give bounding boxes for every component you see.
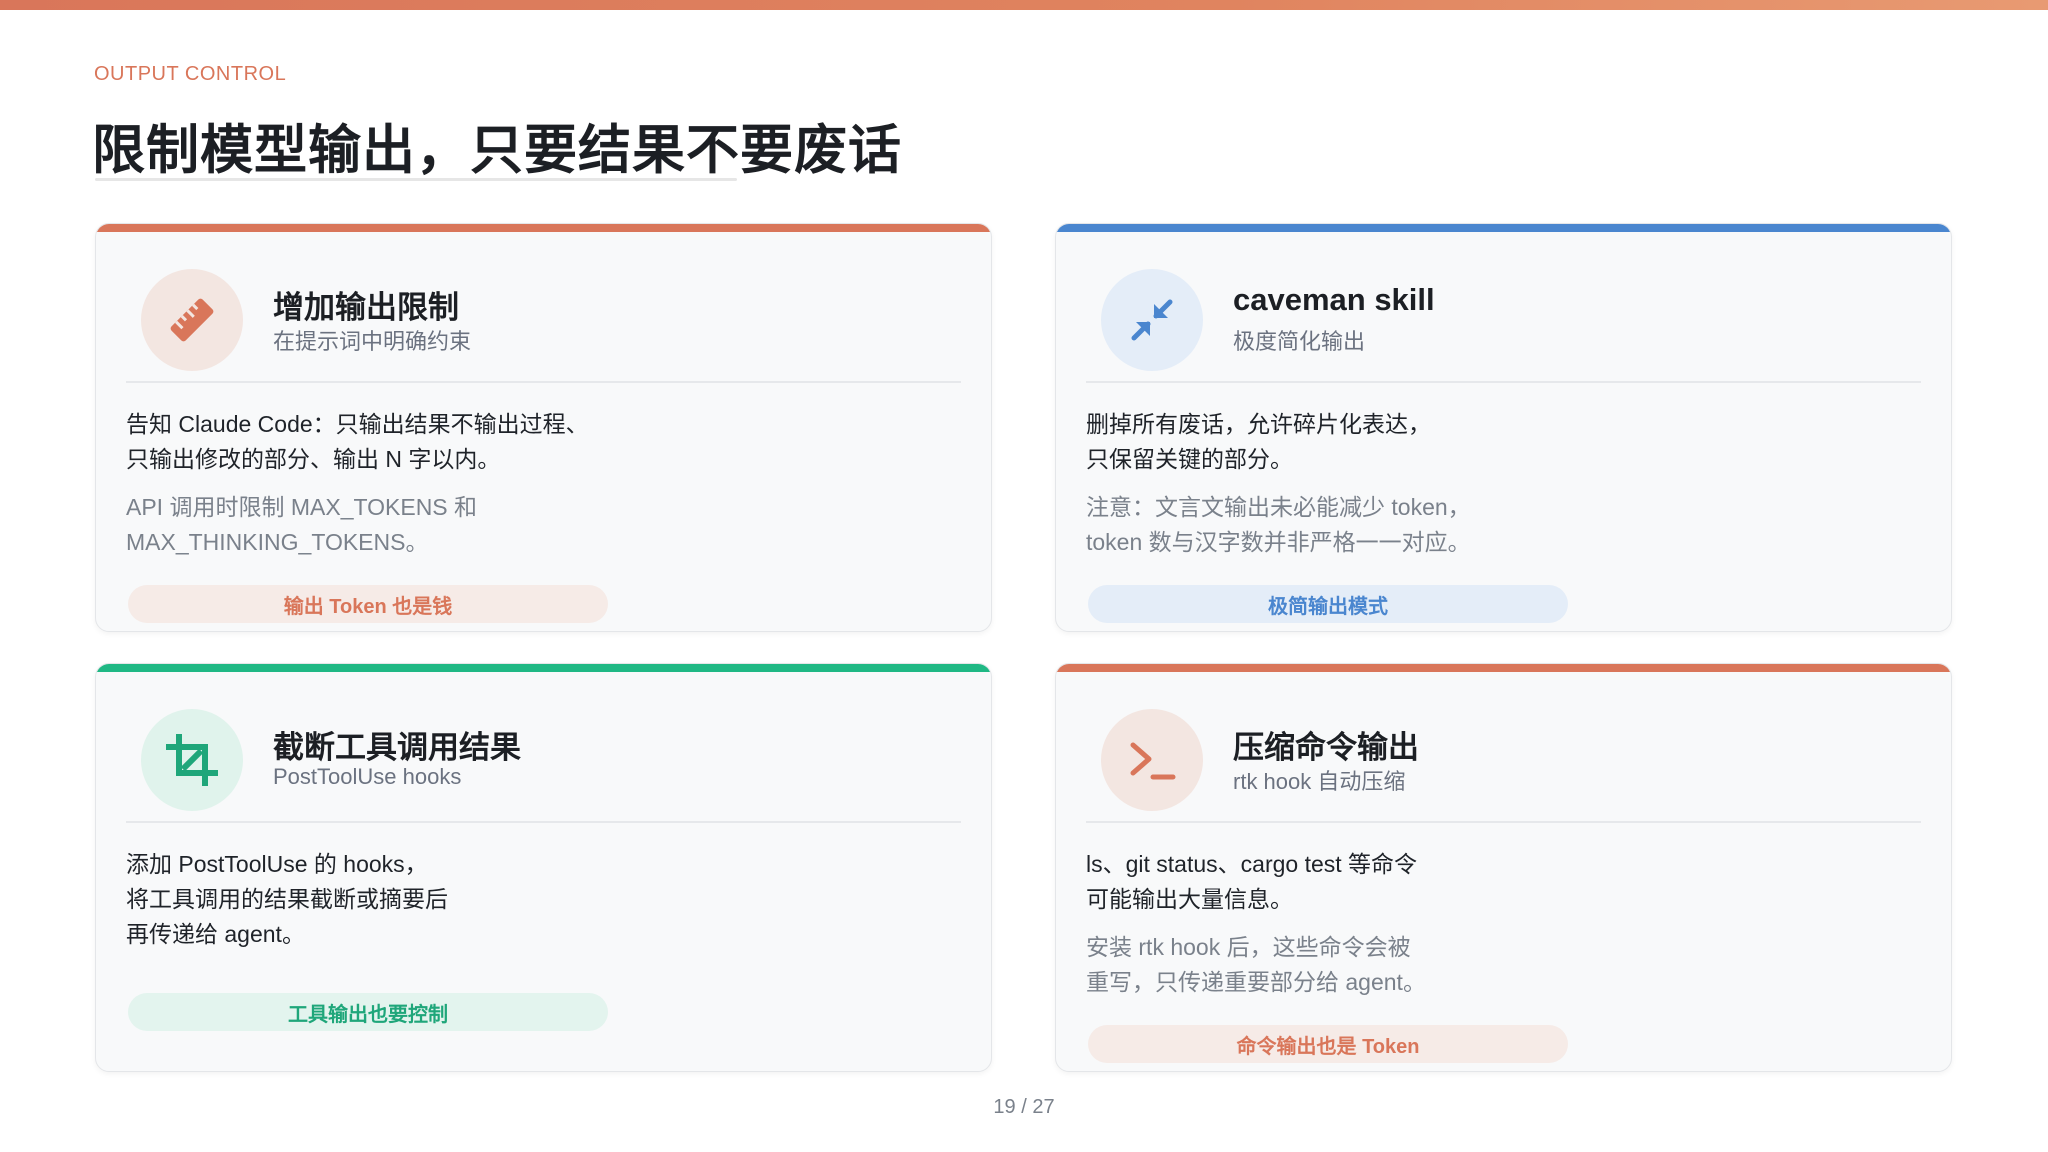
card-subtitle: 极度简化输出 [1233,329,1366,354]
note-line: MAX_THINKING_TOKENS。 [126,529,429,555]
card-title: 截断工具调用结果 [273,730,521,765]
card-title: 增加输出限制 [273,290,459,325]
ruler-icon [141,269,243,371]
card-body: 删掉所有废话，允许碎片化表达， 只保留关键的部分。 [1086,407,1921,477]
card-title: caveman skill [1233,282,1435,317]
terminal-prompt-icon [1101,709,1203,811]
card-accent-bar [96,664,991,672]
card-divider [126,381,961,383]
body-line: 添加 PostToolUse 的 hooks， [126,851,428,877]
card-note: API 调用时限制 MAX_TOKENS 和 MAX_THINKING_TOKE… [126,490,961,560]
card-subtitle: 在提示词中明确约束 [273,329,472,354]
body-line: 删掉所有废话，允许碎片化表达， [1086,411,1431,437]
card-tag-pill: 极简输出模式 [1088,585,1568,623]
page-title: 限制模型输出，只要结果不要废话 [92,121,902,180]
card-accent-bar [96,224,991,232]
card-compress-command-output: 压缩命令输出 rtk hook 自动压缩 ls、git status、cargo… [1055,663,1952,1072]
card-output-limit: 增加输出限制 在提示词中明确约束 告知 Claude Code：只输出结果不输出… [95,223,992,632]
note-line: 重写，只传递重要部分给 agent。 [1086,969,1426,995]
card-divider [1086,381,1921,383]
crop-icon [141,709,243,811]
card-body: 添加 PostToolUse 的 hooks， 将工具调用的结果截断或摘要后 再… [126,847,961,952]
top-accent-bar [0,0,2048,10]
card-tag-pill: 命令输出也是 Token [1088,1025,1568,1063]
body-line: 只输出修改的部分、输出 N 字以内。 [126,446,501,472]
card-tag-pill: 工具输出也要控制 [128,993,608,1031]
card-note: 安装 rtk hook 后，这些命令会被 重写，只传递重要部分给 agent。 [1086,930,1921,1000]
body-line: 可能输出大量信息。 [1086,886,1293,912]
note-line: token 数与汉字数并非严格一一对应。 [1086,529,1471,555]
body-line: 告知 Claude Code：只输出结果不输出过程、 [126,411,589,437]
card-body: ls、git status、cargo test 等命令 可能输出大量信息。 [1086,847,1921,917]
card-tag-pill: 输出 Token 也是钱 [128,585,608,623]
body-line: 再传递给 agent。 [126,921,305,947]
card-truncate-tool-results: 截断工具调用结果 PostToolUse hooks 添加 PostToolUs… [95,663,992,1072]
note-line: 安装 rtk hook 后，这些命令会被 [1086,934,1411,960]
card-accent-bar [1056,224,1951,232]
note-line: API 调用时限制 MAX_TOKENS 和 [126,494,478,520]
card-caveman-skill: caveman skill 极度简化输出 删掉所有废话，允许碎片化表达， 只保留… [1055,223,1952,632]
title-underline [95,178,737,181]
section-eyebrow: OUTPUT CONTROL [94,63,287,85]
page-number: 19 / 27 [993,1096,1055,1118]
compress-arrows-icon [1101,269,1203,371]
card-subtitle: rtk hook 自动压缩 [1233,769,1406,794]
body-line: 将工具调用的结果截断或摘要后 [126,886,448,912]
card-body: 告知 Claude Code：只输出结果不输出过程、 只输出修改的部分、输出 N… [126,407,961,477]
card-divider [1086,821,1921,823]
card-note: 注意：文言文输出未必能减少 token， token 数与汉字数并非严格一一对应… [1086,490,1921,560]
body-line: ls、git status、cargo test 等命令 [1086,851,1418,877]
card-title: 压缩命令输出 [1233,730,1419,765]
card-subtitle: PostToolUse hooks [273,764,462,789]
note-line: 注意：文言文输出未必能减少 token， [1086,494,1471,520]
card-divider [126,821,961,823]
body-line: 只保留关键的部分。 [1086,446,1293,472]
card-accent-bar [1056,664,1951,672]
